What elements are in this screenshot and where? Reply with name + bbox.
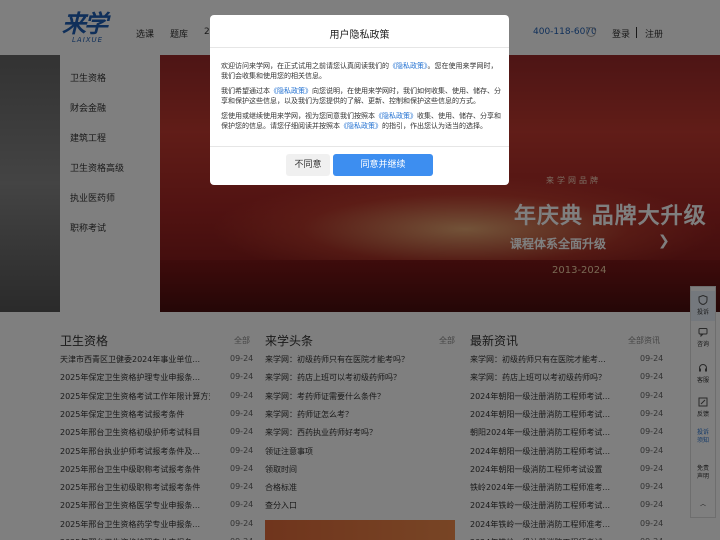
- agree-continue-button[interactable]: 同意并继续: [333, 154, 433, 176]
- privacy-policy-dialog: 用户隐私政策 欢迎访问来学网，在正式试用之前请您认真阅读我们的《隐私政策》。您在…: [210, 15, 509, 185]
- paragraph-text: 您使用或继续使用来学网，视为您同意我们按照本: [221, 112, 375, 120]
- privacy-policy-link[interactable]: 《隐私政策》: [389, 62, 428, 70]
- paragraph-text: 欢迎访问来学网，在正式试用之前请您认真阅读我们的: [221, 62, 389, 70]
- divider: [210, 146, 509, 147]
- privacy-policy-link[interactable]: 《隐私政策》: [340, 122, 382, 130]
- dialog-paragraph: 您使用或继续使用来学网，视为您同意我们按照本《隐私政策》收集、使用、储存、分享和…: [221, 111, 501, 131]
- disagree-button[interactable]: 不同意: [286, 154, 330, 176]
- divider: [210, 47, 509, 48]
- dialog-paragraph: 欢迎访问来学网，在正式试用之前请您认真阅读我们的《隐私政策》。您在使用来学网时，…: [221, 61, 501, 81]
- dialog-paragraph: 我们希望通过本《隐私政策》向您说明，在使用来学网时，我们如何收集、使用、储存、分…: [221, 86, 501, 106]
- privacy-policy-link[interactable]: 《隐私政策》: [375, 112, 417, 120]
- privacy-policy-link[interactable]: 《隐私政策》: [270, 87, 312, 95]
- dialog-title: 用户隐私政策: [329, 30, 390, 41]
- paragraph-text: 我们希望通过本: [221, 87, 270, 95]
- paragraph-text: 的指引，作出您认为适当的选择。: [382, 122, 487, 130]
